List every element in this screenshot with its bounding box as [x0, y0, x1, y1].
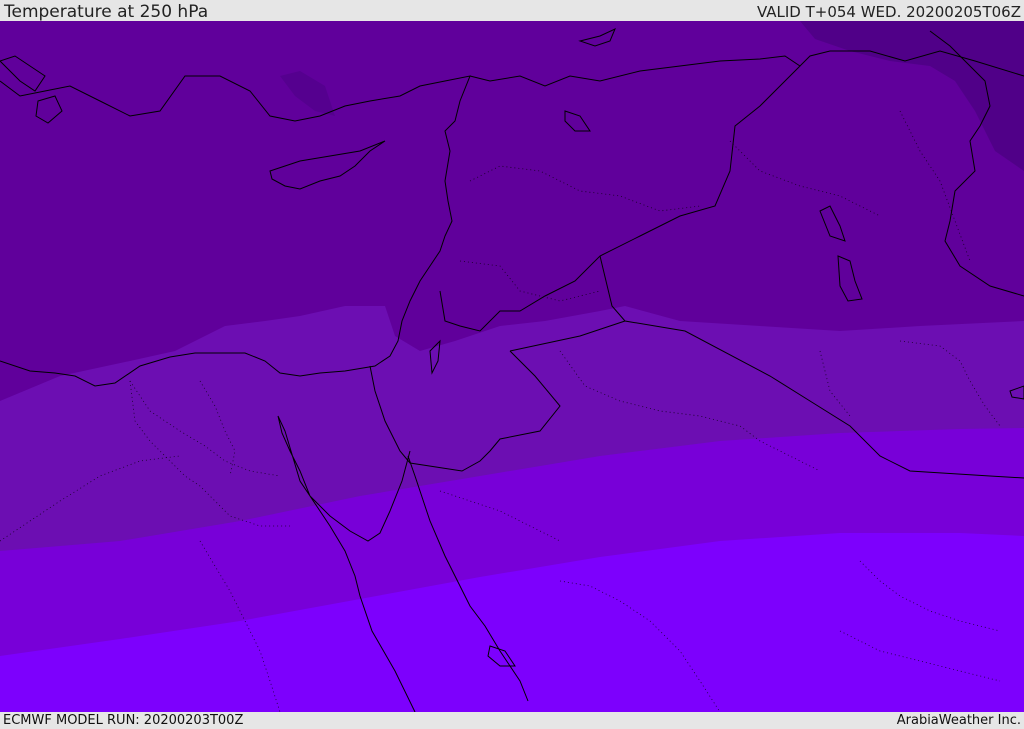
- map-canvas: [0, 21, 1024, 712]
- valid-time-label: VALID T+054 WED. 20200205T06Z: [756, 3, 1021, 21]
- header-bar: Temperature at 250 hPa VALID T+054 WED. …: [0, 0, 1024, 21]
- map-title: Temperature at 250 hPa: [4, 2, 209, 22]
- footer-bar: ECMWF MODEL RUN: 20200203T00Z ArabiaWeat…: [0, 712, 1024, 729]
- credit-label: ArabiaWeather Inc.: [896, 713, 1021, 728]
- weather-map[interactable]: [0, 21, 1024, 712]
- model-run-label: ECMWF MODEL RUN: 20200203T00Z: [3, 713, 244, 728]
